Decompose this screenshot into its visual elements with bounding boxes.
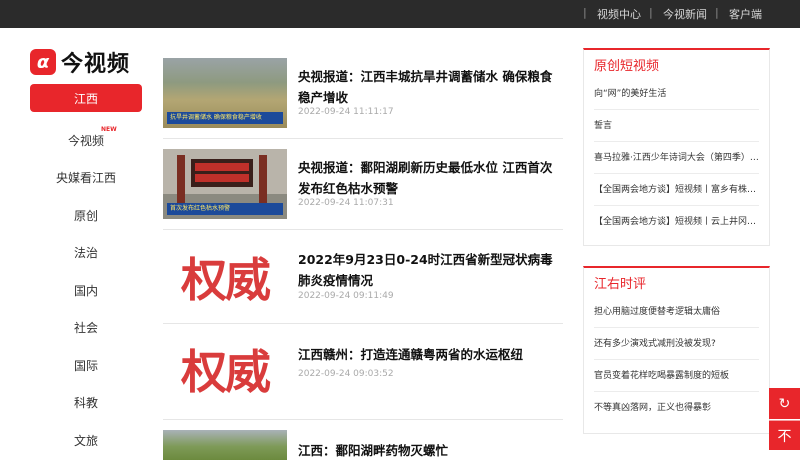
feed-item[interactable]: 权威 2022年9月23日0-24时江西省新型冠状病毒肺炎疫情情况 2022-0… [163,230,563,324]
list-item[interactable]: 担心用脑过度便替考逻辑太庸俗 [594,296,759,328]
thumbnail-caption: 抗旱井调蓄储水 确保粮食稳产增收 [167,112,283,124]
top-link-jinshi-news[interactable]: 今视新闻 [649,6,715,22]
nav-item-original[interactable]: 原创 [30,197,142,235]
thumbnail-lakeside[interactable] [163,430,287,460]
list-item[interactable]: 【全国两会地方谈】短视频丨富乡有株… [594,174,759,206]
side-nav: 江西 今视频 NEW 央媒看江西 原创 法治 国内 社会 国际 科教 文旅 [30,84,142,459]
thumbnail-caption: 首次发布红色枯水预警 [167,203,283,215]
panel-title: 原创短视频 [594,59,660,74]
refresh-button[interactable]: ↻ [769,388,800,419]
nav-item-society[interactable]: 社会 [30,309,142,347]
panel-list: 担心用脑过度便替考逻辑太庸俗 还有多少演戏式减刑没被发现? 官员变着花样吃喝暴露… [584,296,769,424]
feed-title[interactable]: 江西赣州：打造连通赣粤两省的水运枢纽 [298,344,563,365]
top-link-video-center[interactable]: 视频中心 [583,6,649,22]
authority-logo[interactable]: 权威 [165,334,285,404]
refresh-icon: ↻ [778,395,791,412]
nav-item-jiangxi[interactable]: 江西 [30,84,142,112]
list-item[interactable]: 向“网”的美好生活 [594,78,759,110]
nav-item-science[interactable]: 科教 [30,384,142,422]
feed-item[interactable]: 抗旱井调蓄储水 确保粮食稳产增收 央视报道：江西丰城抗旱井调蓄储水 确保粮食稳产… [163,48,563,139]
nav-item-jinshipin[interactable]: 今视频 NEW [30,122,142,160]
feed-date: 2022-09-24 11:07:31 [298,198,394,208]
panel-original-shorts: 原创短视频 向“网”的美好生活 誓言 喜马拉雅·江西少年诗词大会（第四季）… 【… [583,48,770,246]
back-to-top-button[interactable]: 不 [769,420,800,450]
feed-date: 2022-09-24 09:11:49 [298,291,394,301]
top-bar: 视频中心 今视新闻 客户端 [0,0,800,28]
authority-logo-text: 权威 [181,345,271,399]
authority-logo-text: 权威 [181,253,271,307]
feed-title[interactable]: 央视报道：鄱阳湖刷新历史最低水位 江西首次发布红色枯水预警 [298,157,563,199]
feed-title[interactable]: 2022年9月23日0-24时江西省新型冠状病毒肺炎疫情情况 [298,249,563,291]
list-item[interactable]: 【全国两会地方谈】短视频丨云上井冈… [594,206,759,238]
top-link-client[interactable]: 客户端 [715,6,770,22]
feed-item[interactable]: 权威 江西赣州：打造连通赣粤两省的水运枢纽 2022-09-24 09:03:5… [163,324,563,420]
site-logo[interactable]: α 今视频 [30,46,130,78]
feed-title[interactable]: 央视报道：江西丰城抗旱井调蓄储水 确保粮食稳产增收 [298,66,563,108]
feed-item[interactable]: 江西：鄱阳湖畔药物灭螺忙 [163,420,563,460]
list-item[interactable]: 官员变着花样吃喝暴露制度的短板 [594,360,759,392]
feed-title[interactable]: 江西：鄱阳湖畔药物灭螺忙 [298,440,563,461]
panel-title: 江右时评 [594,277,647,292]
nav-item-domestic[interactable]: 国内 [30,272,142,310]
feed-date: 2022-09-24 09:03:52 [298,369,394,379]
nav-item-law[interactable]: 法治 [30,234,142,272]
news-feed: 抗旱井调蓄储水 确保粮食稳产增收 央视报道：江西丰城抗旱井调蓄储水 确保粮食稳产… [163,48,563,460]
panel-list: 向“网”的美好生活 誓言 喜马拉雅·江西少年诗词大会（第四季）… 【全国两会地方… [584,78,769,238]
top-links: 视频中心 今视新闻 客户端 [583,0,770,28]
list-item[interactable]: 还有多少演戏式减刑没被发现? [594,328,759,360]
feed-date: 2022-09-24 11:11:17 [298,107,394,117]
nav-item-international[interactable]: 国际 [30,347,142,385]
panel-jiangyou-commentary: 江右时评 担心用脑过度便替考逻辑太庸俗 还有多少演戏式减刑没被发现? 官员变着花… [583,266,770,434]
authority-logo[interactable]: 权威 [165,242,285,312]
nav-item-culture-travel[interactable]: 文旅 [30,422,142,460]
list-item[interactable]: 誓言 [594,110,759,142]
thumbnail-drought-fields[interactable]: 抗旱井调蓄储水 确保粮食稳产增收 [163,58,287,128]
thumbnail-water-level[interactable]: 首次发布红色枯水预警 [163,149,287,219]
list-item[interactable]: 不等真凶落网，正义也得暴彰 [594,392,759,424]
logo-icon: α [30,49,56,75]
feed-item[interactable]: 首次发布红色枯水预警 央视报道：鄱阳湖刷新历史最低水位 江西首次发布红色枯水预警… [163,139,563,230]
logo-text: 今视频 [61,52,131,77]
nav-item-central-media[interactable]: 央媒看江西 [30,159,142,197]
new-badge: NEW [101,125,117,133]
list-item[interactable]: 喜马拉雅·江西少年诗词大会（第四季）… [594,142,759,174]
back-to-top-icon: 不 [777,428,792,445]
